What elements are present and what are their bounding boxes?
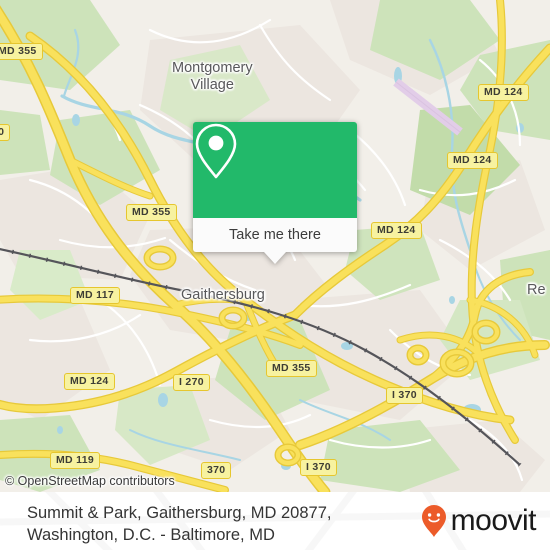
moovit-logo[interactable]: moovit [421, 504, 537, 538]
popup-header [193, 122, 357, 218]
map-label-montgomery-village: Montgomery Village [172, 60, 253, 94]
moovit-wordmark: moovit [450, 504, 537, 537]
map-label-gaithersburg: Gaithersburg [181, 287, 265, 303]
road-shield: MD 124 [447, 152, 498, 169]
road-shield: MD 124 [64, 373, 115, 390]
road-shield: MD 355 [0, 43, 43, 60]
road-shield: MD 124 [478, 84, 529, 101]
road-shield: I 370 [300, 459, 337, 476]
map-label-line: Montgomery [172, 60, 253, 76]
popup-action-label: Take me there [229, 227, 321, 243]
location-popup-card[interactable]: Take me there [193, 122, 357, 264]
road-shield: I 370 [386, 387, 423, 404]
map-label-line: Village [190, 77, 234, 93]
map-label-redland: Re [527, 282, 546, 298]
road-shield: I 270 [173, 374, 210, 391]
place-title-line-1: Summit & Park, Gaithersburg, MD 20877, [27, 504, 332, 522]
road-shield: MD 117 [70, 287, 120, 304]
screenshot-root: MD 355 70 MD 124 MD 124 MD 355 MD 124 MD… [0, 0, 550, 550]
road-shield: MD 119 [50, 452, 100, 469]
road-shield: MD 355 [266, 360, 317, 377]
map-canvas[interactable]: MD 355 70 MD 124 MD 124 MD 355 MD 124 MD… [0, 0, 550, 492]
road-shield: MD 124 [371, 222, 422, 239]
place-title: Summit & Park, Gaithersburg, MD 20877, W… [27, 502, 331, 546]
map-attribution: © OpenStreetMap contributors [5, 474, 175, 488]
popup-tail [264, 252, 286, 264]
popup-action-button[interactable]: Take me there [193, 218, 357, 252]
road-shield: MD 355 [126, 204, 177, 221]
moovit-pin-icon [421, 505, 446, 537]
footer-bar: Summit & Park, Gaithersburg, MD 20877, W… [0, 492, 550, 550]
map-pin-icon [195, 123, 237, 179]
road-shield: 370 [201, 462, 232, 479]
road-shield: 70 [0, 124, 11, 141]
place-title-line-2: Washington, D.C. - Baltimore, MD [27, 526, 275, 544]
